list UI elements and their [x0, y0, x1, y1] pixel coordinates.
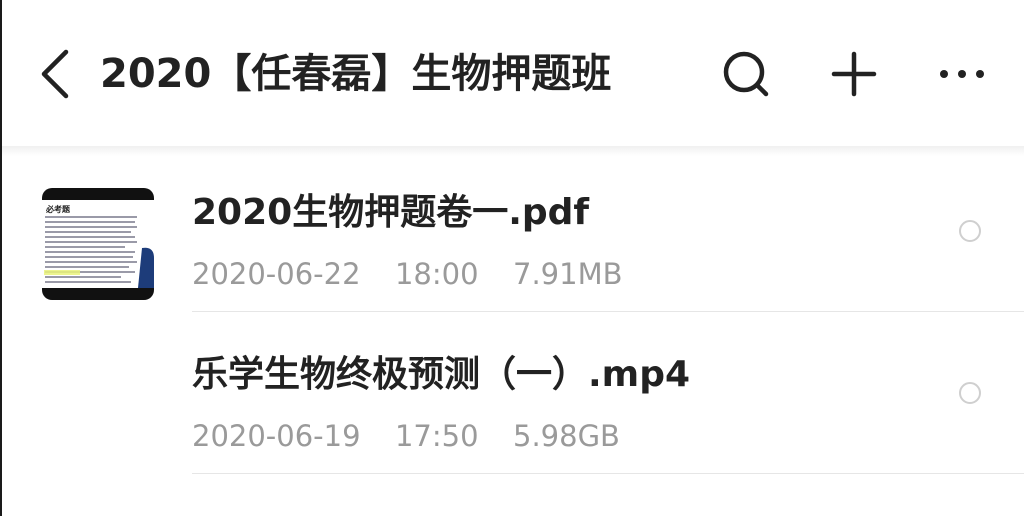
app-frame: 2020【任春磊】生物押题班 2020生物押题卷一.pdf 2020-06-22… — [0, 0, 1024, 516]
search-button[interactable] — [718, 46, 774, 102]
file-size: 5.98GB — [513, 419, 620, 453]
file-time: 18:00 — [394, 257, 479, 291]
file-row[interactable]: 2020生物押题卷一.pdf 2020-06-22 18:00 7.91MB — [2, 150, 1024, 312]
file-row[interactable]: 乐学生物终极预测（一）.mp4 2020-06-19 17:50 5.98GB — [2, 312, 1024, 474]
file-time: 17:50 — [394, 419, 479, 453]
chevron-left-icon — [41, 49, 69, 99]
row-divider — [192, 473, 1024, 474]
select-radio[interactable] — [959, 382, 981, 404]
search-icon — [723, 51, 769, 97]
file-list: 2020生物押题卷一.pdf 2020-06-22 18:00 7.91MB 乐… — [2, 150, 1024, 474]
select-radio[interactable] — [959, 220, 981, 242]
file-date: 2020-06-22 — [192, 257, 361, 291]
more-button[interactable] — [934, 46, 990, 102]
file-name: 2020生物押题卷一.pdf — [192, 192, 590, 233]
video-thumbnail: 必考题 — [42, 188, 154, 300]
file-name: 乐学生物终极预测（一）.mp4 — [192, 354, 691, 395]
back-button[interactable] — [32, 46, 80, 102]
file-date: 2020-06-19 — [192, 419, 361, 453]
plus-icon — [831, 51, 877, 97]
top-bar: 2020【任春磊】生物押题班 — [2, 0, 1024, 148]
file-meta: 2020-06-22 18:00 7.91MB — [192, 254, 623, 294]
more-horizontal-icon — [940, 70, 984, 78]
video-frame-image: 必考题 — [42, 188, 154, 300]
folder-title: 2020【任春磊】生物押题班 — [100, 51, 612, 97]
file-size: 7.91MB — [513, 257, 623, 291]
add-button[interactable] — [826, 46, 882, 102]
file-meta: 2020-06-19 17:50 5.98GB — [192, 416, 620, 456]
thumbnail-heading: 必考题 — [45, 204, 71, 214]
